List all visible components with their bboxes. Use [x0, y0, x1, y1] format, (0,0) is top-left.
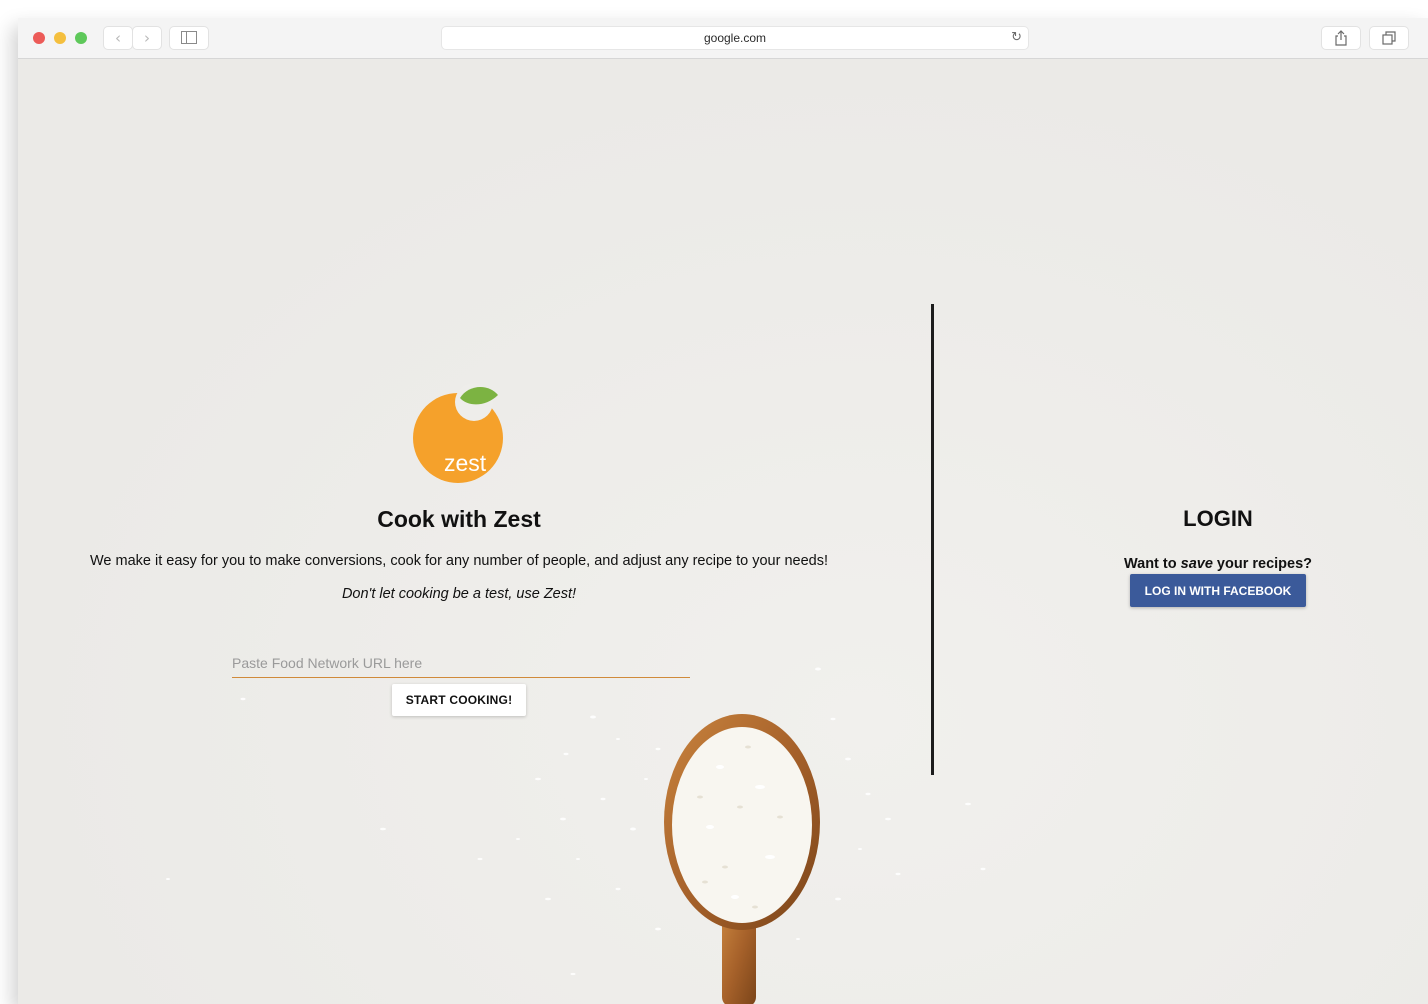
- forward-icon: ›: [144, 29, 150, 47]
- forward-button[interactable]: ›: [133, 27, 161, 49]
- start-cooking-button[interactable]: START COOKING!: [392, 684, 526, 716]
- browser-toolbar: ‹ › google.com ↻: [18, 18, 1428, 59]
- zoom-window-button[interactable]: [75, 32, 87, 44]
- wooden-spoon-image: [664, 714, 820, 1004]
- back-icon: ‹: [115, 29, 121, 47]
- sidebar-toggle-icon: [181, 31, 197, 44]
- food-network-url-input[interactable]: [232, 649, 690, 678]
- login-prompt: Want to save your recipes?: [1123, 556, 1313, 572]
- address-bar[interactable]: google.com ↻: [442, 27, 1028, 49]
- hero-tagline: Don't let cooking be a test, use Zest!: [341, 586, 577, 602]
- page-title: Cook with Zest: [377, 506, 541, 532]
- login-prompt-emphasis: save: [1180, 556, 1213, 572]
- tabs-overview-button[interactable]: [1370, 27, 1408, 49]
- facebook-login-button[interactable]: LOG IN WITH FACEBOOK: [1130, 574, 1306, 607]
- share-button[interactable]: [1322, 27, 1360, 49]
- minimize-window-button[interactable]: [54, 32, 66, 44]
- tabs-icon: [1382, 31, 1396, 45]
- address-bar-url: google.com: [703, 31, 767, 45]
- zest-logo: zest: [413, 383, 503, 483]
- sidebar-toggle-button[interactable]: [170, 27, 208, 49]
- svg-text:zest: zest: [444, 450, 487, 476]
- hero-subtitle: We make it easy for you to make conversi…: [89, 553, 829, 569]
- close-window-button[interactable]: [33, 32, 45, 44]
- login-title: LOGIN: [1183, 506, 1253, 531]
- back-button[interactable]: ‹: [104, 27, 132, 49]
- page-content: zest Cook with Zest We make it easy for …: [18, 59, 1428, 1004]
- share-icon: [1335, 30, 1347, 46]
- browser-window: ‹ › google.com ↻ zest Cook with Zest We …: [18, 18, 1428, 1004]
- reload-icon[interactable]: ↻: [1011, 27, 1022, 49]
- section-divider: [931, 304, 934, 775]
